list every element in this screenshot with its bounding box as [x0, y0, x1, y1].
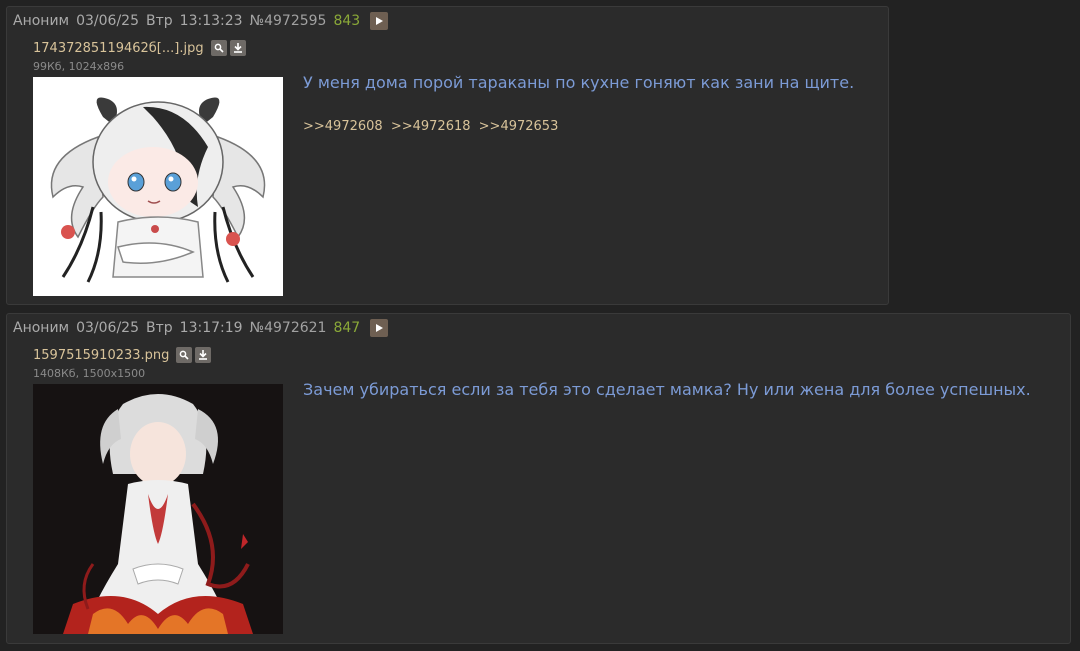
post-day: Втр [146, 320, 173, 336]
post-time: 13:17:19 [179, 320, 243, 336]
post-replies: >>4972608 >>4972618 >>4972653 [303, 119, 562, 134]
post-counter: 847 [333, 320, 361, 336]
post-author: Аноним [13, 13, 70, 29]
search-image-button[interactable] [176, 347, 193, 363]
file-info: 1597515910233.png [33, 347, 212, 363]
reply-link[interactable]: >>4972653 [479, 119, 559, 134]
post: Аноним 03/06/25 Втр 13:17:19 №4972621 84… [6, 313, 1071, 644]
reply-link[interactable]: >>4972608 [303, 119, 383, 134]
post-time: 13:13:23 [179, 13, 243, 29]
play-button[interactable] [370, 12, 389, 30]
file-name-link[interactable]: 17437285119462б[...].jpg [33, 41, 204, 56]
reply-link[interactable]: >>4972618 [391, 119, 471, 134]
file-meta: 1408Кб, 1500x1500 [33, 367, 146, 380]
post-header: Аноним 03/06/25 Втр 13:17:19 №4972621 84… [13, 319, 389, 337]
post-counter: 843 [333, 13, 361, 29]
post-number[interactable]: №4972595 [250, 13, 327, 29]
file-meta: 99Кб, 1024x896 [33, 60, 125, 73]
search-icon [214, 43, 224, 53]
download-icon [233, 43, 242, 53]
play-icon [376, 17, 384, 25]
search-image-button[interactable] [210, 40, 227, 56]
post-day: Втр [146, 13, 173, 29]
file-info: 17437285119462б[...].jpg [33, 40, 246, 56]
post-message: Зачем убираться если за тебя это сделает… [303, 380, 1031, 399]
search-icon [180, 350, 189, 360]
download-icon [199, 350, 208, 360]
download-button[interactable] [229, 40, 246, 56]
file-name-link[interactable]: 1597515910233.png [33, 348, 169, 363]
post-date: 03/06/25 [76, 13, 139, 29]
post: Аноним 03/06/25 Втр 13:13:23 №4972595 84… [6, 6, 889, 305]
post-date: 03/06/25 [76, 320, 139, 336]
post-header: Аноним 03/06/25 Втр 13:13:23 №4972595 84… [13, 12, 389, 30]
play-button[interactable] [370, 319, 389, 337]
post-author: Аноним [13, 320, 70, 336]
post-number[interactable]: №4972621 [250, 320, 327, 336]
download-button[interactable] [195, 347, 212, 363]
post-image-thumbnail[interactable] [33, 384, 283, 634]
play-icon [376, 324, 384, 332]
post-message: У меня дома порой тараканы по кухне гоня… [303, 73, 855, 92]
post-image-thumbnail[interactable] [33, 77, 283, 296]
